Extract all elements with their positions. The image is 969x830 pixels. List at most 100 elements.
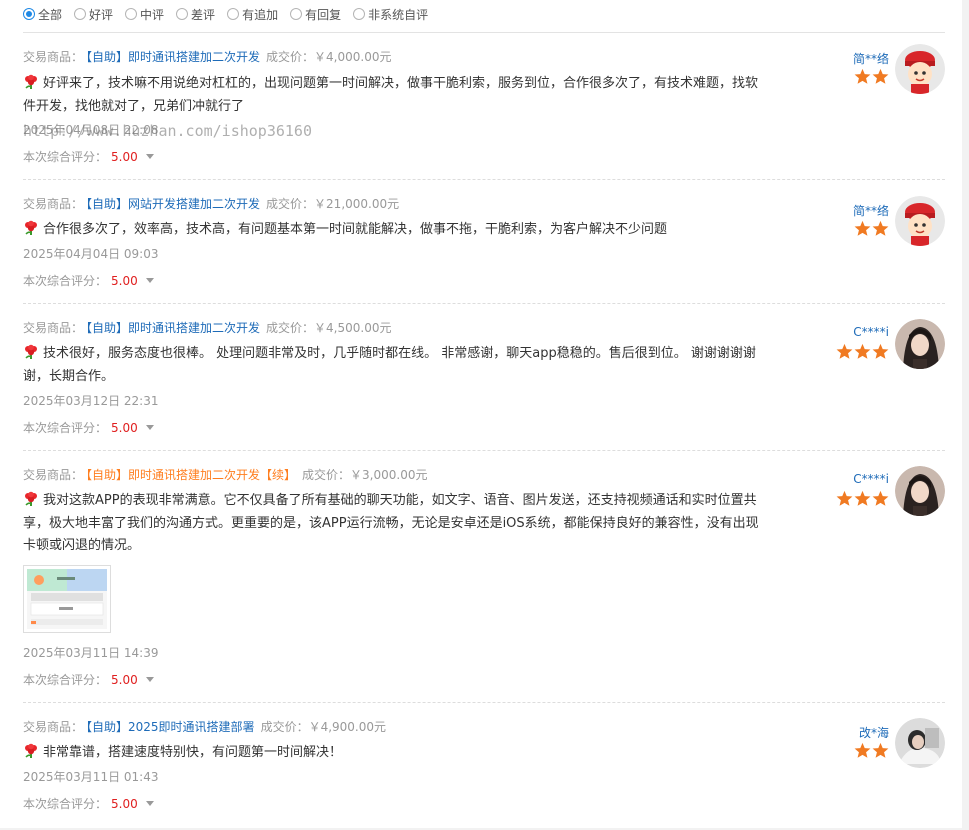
- price-value: ￥4,500.00元: [314, 321, 392, 335]
- product-line: 交易商品： 【自助】即时通讯搭建加二次开发 成交价：￥4,500.00元: [23, 319, 392, 336]
- reviewer: 简**络: [825, 44, 945, 96]
- star-icon: [872, 220, 889, 236]
- price-label: 成交价：: [302, 468, 351, 482]
- filter-neutral[interactable]: 中评: [125, 6, 164, 23]
- avatar[interactable]: [895, 44, 945, 94]
- chevron-down-icon[interactable]: [145, 425, 154, 430]
- score-line[interactable]: 本次综合评分： 5.00: [23, 671, 154, 688]
- rating-stars: [835, 490, 889, 507]
- review-item: 交易商品： 【自助】即时通讯搭建加二次开发 成交价：￥4,500.00元 技术很好，…: [23, 304, 945, 451]
- radio-icon[interactable]: [125, 8, 138, 20]
- product-line: 交易商品： 【自助】即时通讯搭建加二次开发 成交价：￥4,000.00元: [23, 48, 392, 65]
- radio-icon[interactable]: [290, 8, 303, 20]
- chevron-down-icon[interactable]: [145, 677, 154, 682]
- chevron-down-icon[interactable]: [145, 801, 154, 806]
- review-item: 交易商品： 【自助】即时通讯搭建加二次开发 成交价：￥4,000.00元 好评来了，…: [23, 44, 945, 180]
- filter-positive[interactable]: 好评: [74, 6, 113, 23]
- price-text: 成交价：￥3,000.00元: [302, 468, 427, 482]
- star-icon: [854, 490, 871, 506]
- avatar[interactable]: [895, 319, 945, 369]
- score-line[interactable]: 本次综合评分： 5.00: [23, 419, 154, 436]
- watermark: http://www.huzhan.com/ishop36160: [23, 122, 312, 140]
- rating-stars: [835, 343, 889, 360]
- divider: [23, 32, 945, 33]
- star-icon: [854, 220, 871, 236]
- price-label: 成交价：: [260, 720, 309, 734]
- review-item: 交易商品： 【自助】网站开发搭建加二次开发 成交价：￥21,000.00元 合作很多…: [23, 180, 945, 304]
- product-label: 交易商品：: [23, 50, 84, 64]
- flower-icon: [25, 74, 37, 89]
- review-comment: 我对这款APP的表现非常满意。它不仅具备了所有基础的聊天功能，如文字、语音、图片…: [23, 490, 768, 558]
- price-text: 成交价：￥4,000.00元: [266, 50, 391, 64]
- score-line[interactable]: 本次综合评分： 5.00: [23, 272, 154, 289]
- price-text: 成交价：￥21,000.00元: [266, 197, 399, 211]
- product-link[interactable]: 【自助】2025即时通讯搭建部署: [86, 720, 255, 734]
- rating-stars: [853, 742, 889, 759]
- filter-replied[interactable]: 有回复: [290, 6, 341, 23]
- score-label: 本次综合评分：: [23, 673, 108, 687]
- score-line[interactable]: 本次综合评分： 5.00: [23, 795, 154, 812]
- rating-stars: [853, 220, 889, 237]
- review-date: 2025年03月11日 14:39: [23, 646, 159, 660]
- avatar[interactable]: [895, 466, 945, 516]
- comment-text: 非常靠谱，搭建速度特别快，有问题第一时间解决！: [43, 745, 343, 760]
- score-label: 本次综合评分：: [23, 274, 108, 288]
- flower-icon: [25, 220, 37, 235]
- rating-stars: [853, 68, 889, 85]
- product-link[interactable]: 【自助】即时通讯搭建加二次开发: [86, 321, 260, 335]
- radio-icon[interactable]: [353, 8, 366, 20]
- star-icon: [872, 343, 889, 359]
- app-screenshot-thumbnail: [27, 569, 107, 629]
- reviewer: C****i: [825, 466, 945, 518]
- reviewer: 简**络: [825, 196, 945, 248]
- product-line: 交易商品： 【自助】2025即时通讯搭建部署 成交价：￥4,900.00元: [23, 718, 386, 735]
- product-label: 交易商品：: [23, 720, 84, 734]
- flower-icon: [25, 344, 37, 359]
- avatar[interactable]: [895, 718, 945, 768]
- reviews-panel: 全部 好评 中评 差评 有追加 有回复 非系统自评 交易商品： 【自助】即时通讯搭…: [0, 0, 962, 828]
- filter-non-system[interactable]: 非系统自评: [353, 6, 428, 23]
- reviewer-name[interactable]: 简**络: [853, 202, 889, 219]
- score-value: 5.00: [111, 421, 138, 435]
- radio-icon[interactable]: [74, 8, 87, 20]
- score-value: 5.00: [111, 673, 138, 687]
- radio-icon[interactable]: [227, 8, 240, 20]
- reviewer-name[interactable]: C****i: [853, 325, 889, 339]
- star-icon: [872, 490, 889, 506]
- star-icon: [836, 490, 853, 506]
- score-line[interactable]: 本次综合评分： 5.00: [23, 148, 154, 165]
- price-value: ￥21,000.00元: [314, 197, 400, 211]
- reviewer-name[interactable]: 简**络: [853, 50, 889, 67]
- review-image[interactable]: [23, 565, 111, 633]
- score-value: 5.00: [111, 150, 138, 164]
- filter-all[interactable]: 全部: [23, 6, 62, 23]
- reviewer-name[interactable]: 改*海: [859, 724, 889, 741]
- product-link[interactable]: 【自助】网站开发搭建加二次开发: [86, 197, 260, 211]
- flower-icon: [25, 743, 37, 758]
- review-item: 交易商品： 【自助】2025即时通讯搭建部署 成交价：￥4,900.00元 非常靠谱…: [23, 703, 945, 828]
- filter-negative[interactable]: 差评: [176, 6, 215, 23]
- review-comment: 好评来了，技术嘛不用说绝对杠杠的，出现问题第一时间解决，做事干脆利索，服务到位，…: [23, 73, 768, 118]
- filter-appended[interactable]: 有追加: [227, 6, 278, 23]
- review-date: 2025年03月12日 22:31: [23, 394, 159, 408]
- chevron-down-icon[interactable]: [145, 154, 154, 159]
- star-icon: [854, 343, 871, 359]
- score-label: 本次综合评分：: [23, 150, 108, 164]
- flower-icon: [25, 491, 37, 506]
- product-link[interactable]: 【自助】即时通讯搭建加二次开发: [86, 50, 260, 64]
- product-line: 交易商品： 【自助】网站开发搭建加二次开发 成交价：￥21,000.00元: [23, 195, 399, 212]
- comment-text: 技术很好，服务态度也很棒。 处理问题非常及时，几乎随时都在线。 非常感谢，聊天a…: [23, 346, 756, 384]
- radio-icon[interactable]: [176, 8, 189, 20]
- score-label: 本次综合评分：: [23, 421, 108, 435]
- price-label: 成交价：: [266, 197, 315, 211]
- review-comment: 技术很好，服务态度也很棒。 处理问题非常及时，几乎随时都在线。 非常感谢，聊天a…: [23, 343, 768, 388]
- chevron-down-icon[interactable]: [145, 278, 154, 283]
- product-label: 交易商品：: [23, 197, 84, 211]
- avatar[interactable]: [895, 196, 945, 246]
- radio-checked-icon[interactable]: [23, 8, 35, 20]
- reviewer-name[interactable]: C****i: [853, 472, 889, 486]
- product-link[interactable]: 【自助】即时通讯搭建加二次开发【续】: [86, 468, 296, 482]
- price-text: 成交价：￥4,500.00元: [266, 321, 391, 335]
- review-date: 2025年04月04日 09:03: [23, 247, 159, 261]
- product-label: 交易商品：: [23, 468, 84, 482]
